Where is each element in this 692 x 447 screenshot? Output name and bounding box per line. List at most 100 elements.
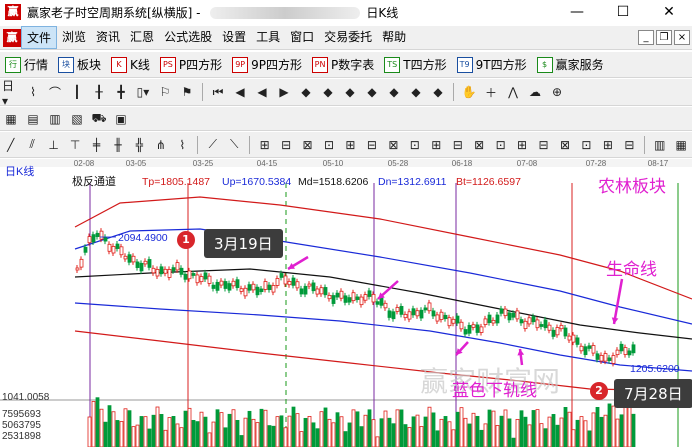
grid-tool-2-icon[interactable]: ⊟	[277, 136, 294, 154]
table-icon[interactable]: ▥	[46, 110, 64, 128]
diamond-2-icon[interactable]: ◆	[319, 83, 337, 101]
toolbar-button-7[interactable]: T9 9T四方形	[452, 54, 532, 76]
line-tool-8-icon[interactable]: ⋔	[152, 136, 169, 154]
fan-tool-1-icon[interactable]: ⟋	[204, 136, 221, 154]
toolbar-button-8[interactable]: $ 赢家服务	[532, 54, 609, 76]
line-tool-7-icon[interactable]: ╬	[131, 136, 148, 154]
draw-tool-7-icon[interactable]: ⚐	[156, 83, 174, 101]
grid-tool-15-icon[interactable]: ⊠	[556, 136, 573, 154]
candle-body-56	[299, 288, 304, 295]
prev-bar-icon[interactable]: ◀	[231, 83, 249, 101]
diamond-7-icon[interactable]: ◆	[429, 83, 447, 101]
menu-item-2[interactable]: 资讯	[91, 26, 125, 49]
grid-tool-7-icon[interactable]: ⊠	[385, 136, 402, 154]
draw-tool-4-icon[interactable]: ╂	[90, 83, 108, 101]
draw-tool-6-icon[interactable]: ▯▾	[134, 83, 152, 101]
toolbar-button-6[interactable]: TS T四方形	[379, 54, 451, 76]
crosshair-icon[interactable]: ＋	[482, 83, 500, 101]
layout-2-icon[interactable]: ▦	[673, 136, 690, 154]
toolbar-button-5[interactable]: PN P数字表	[307, 54, 379, 76]
candle-body-133	[607, 357, 612, 361]
volume-bar-36	[231, 409, 236, 447]
calculator-icon[interactable]: ▤	[24, 110, 42, 128]
grid-icon[interactable]: ▧	[68, 110, 86, 128]
menu-item-0[interactable]: 文件	[21, 26, 58, 49]
menu-item-6[interactable]: 工具	[251, 26, 285, 49]
toolbar-button-4[interactable]: 9P 9P四方形	[227, 54, 307, 76]
zigzag-icon[interactable]: ⋀	[504, 83, 522, 101]
mdi-restore-button[interactable]: ❐	[656, 30, 672, 45]
line-tool-3-icon[interactable]: ⊥	[45, 136, 62, 154]
hand-icon[interactable]: ✋	[460, 83, 478, 101]
menu-item-4[interactable]: 公式选股	[159, 26, 217, 49]
line-tool-9-icon[interactable]: ⌇	[174, 136, 191, 154]
grid-tool-6-icon[interactable]: ⊟	[363, 136, 380, 154]
kline-chart[interactable]: 02-08 03-05 03-25 04-15 05-10 05-28 06-18 07-08…	[0, 159, 692, 447]
grid-tool-3-icon[interactable]: ⊠	[299, 136, 316, 154]
grid-tool-1-icon[interactable]: ⊞	[256, 136, 273, 154]
forward-icon[interactable]: ▶	[275, 83, 293, 101]
flag-icon[interactable]: ⚑	[178, 83, 196, 101]
candle-body-131	[599, 354, 604, 362]
grid-tool-13-icon[interactable]: ⊞	[513, 136, 530, 154]
window-title-prefix: 赢家老子时空周期系统[纵横版] -	[27, 5, 205, 20]
line-tool-5-icon[interactable]: ╪	[88, 136, 105, 154]
cycle-icon[interactable]: ⊕	[548, 83, 566, 101]
line-tool-6-icon[interactable]: ╫	[109, 136, 126, 154]
menu-item-1[interactable]: 浏览	[57, 26, 91, 49]
volume-bar-83	[419, 426, 424, 447]
line-tool-4-icon[interactable]: ⊤	[66, 136, 83, 154]
grid-tool-4-icon[interactable]: ⊡	[320, 136, 337, 154]
minimize-button[interactable]: —	[554, 0, 600, 24]
diamond-5-icon[interactable]: ◆	[385, 83, 403, 101]
draw-tool-2-icon[interactable]: ⌒	[46, 83, 64, 101]
toolbar-button-1[interactable]: 块板块	[53, 54, 106, 76]
grid-tool-10-icon[interactable]: ⊟	[449, 136, 466, 154]
volume-bar-70	[367, 409, 372, 447]
diamond-1-icon[interactable]: ◆	[297, 83, 315, 101]
diamond-3-icon[interactable]: ◆	[341, 83, 359, 101]
grid-tool-11-icon[interactable]: ⊠	[470, 136, 487, 154]
mdi-minimize-button[interactable]: _	[638, 30, 654, 45]
calendar-icon[interactable]: ▦	[2, 110, 20, 128]
volume-bar-108	[519, 410, 524, 447]
fan-tool-2-icon[interactable]: ⟍	[226, 136, 243, 154]
first-bar-icon[interactable]: ⏮	[209, 83, 227, 101]
menu-app-icon[interactable]: 赢	[3, 28, 21, 47]
grid-tool-17-icon[interactable]: ⊞	[599, 136, 616, 154]
grid-tool-16-icon[interactable]: ⊡	[578, 136, 595, 154]
back-icon[interactable]: ◀	[253, 83, 271, 101]
period-select-icon[interactable]: 日▾	[2, 79, 20, 108]
menu-item-8[interactable]: 交易委托	[319, 26, 377, 49]
mdi-close-button[interactable]: ×	[674, 30, 690, 45]
draw-tool-3-icon[interactable]: ┃	[68, 83, 86, 101]
grid-tool-5-icon[interactable]: ⊞	[342, 136, 359, 154]
toolbar-button-2[interactable]: K K线	[106, 54, 155, 76]
menu-item-9[interactable]: 帮助	[377, 26, 411, 49]
screen-icon[interactable]: ▣	[112, 110, 130, 128]
menu-item-7[interactable]: 窗口	[285, 26, 319, 49]
volume-bar-61	[331, 422, 336, 447]
diamond-6-icon[interactable]: ◆	[407, 83, 425, 101]
menu-item-3[interactable]: 汇恩	[125, 26, 159, 49]
maximize-button[interactable]: ☐	[600, 0, 646, 24]
grid-tool-8-icon[interactable]: ⊡	[406, 136, 423, 154]
grid-tool-9-icon[interactable]: ⊞	[428, 136, 445, 154]
grid-tool-18-icon[interactable]: ⊟	[621, 136, 638, 154]
kline-chart-area[interactable]: 02-08 03-05 03-25 04-15 05-10 05-28 06-18 07-08…	[0, 159, 692, 447]
toolbar-button-3[interactable]: PS P四方形	[155, 54, 227, 76]
close-button[interactable]: ✕	[646, 0, 692, 24]
line-tool-1-icon[interactable]: ╱	[2, 136, 19, 154]
draw-tool-5-icon[interactable]: ╋	[112, 83, 130, 101]
brain-icon[interactable]: ☁	[526, 83, 544, 101]
toolbar-button-0[interactable]: 行行情	[0, 54, 53, 76]
layout-1-icon[interactable]: ▥	[651, 136, 668, 154]
line-tool-2-icon[interactable]: ⫽	[23, 136, 40, 154]
grid-tool-14-icon[interactable]: ⊟	[535, 136, 552, 154]
draw-tool-1-icon[interactable]: ⌇	[24, 83, 42, 101]
volume-bar-130	[607, 403, 612, 447]
transport-icon[interactable]: ⛟	[90, 110, 108, 128]
diamond-4-icon[interactable]: ◆	[363, 83, 381, 101]
grid-tool-12-icon[interactable]: ⊡	[492, 136, 509, 154]
menu-item-5[interactable]: 设置	[217, 26, 251, 49]
